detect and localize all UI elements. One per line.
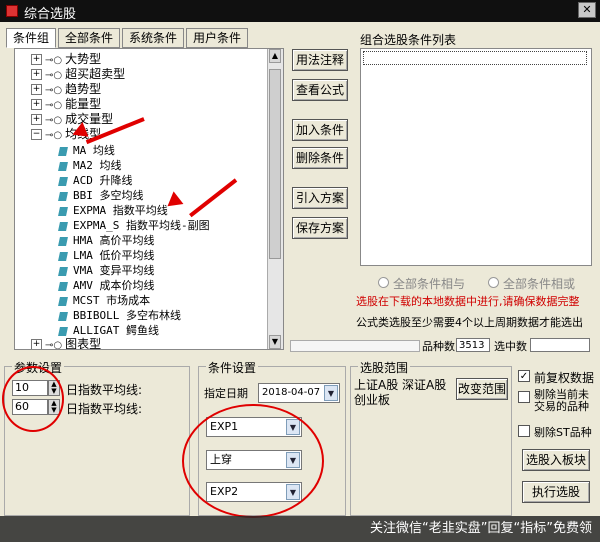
tree-category[interactable]: + ⊸○ 大势型 bbox=[31, 52, 101, 67]
delete-condition-button[interactable]: 删除条件 bbox=[292, 147, 348, 169]
tree-leaf[interactable]: EXPMA_S 指数平均线-副图 bbox=[58, 218, 210, 233]
tree-leaf[interactable]: BBIBOLL 多空布林线 bbox=[58, 308, 181, 323]
or-radio-label: 全部条件相或 bbox=[503, 277, 576, 291]
condition-list-title: 组合选股条件列表 bbox=[360, 33, 457, 47]
or-radio[interactable] bbox=[488, 277, 499, 288]
stock-screener-window: 综合选股 ✕ 条件组 全部条件 系统条件 用户条件 + ⊸○ 大势型 + ⊸○ 超买超卖型 +… bbox=[0, 0, 600, 542]
tree-leaf[interactable]: ALLIGAT 鳄鱼线 bbox=[58, 323, 159, 338]
tree-scrollbar[interactable]: ▲ ▼ bbox=[267, 49, 283, 349]
tab-condition-group[interactable]: 条件组 bbox=[6, 28, 57, 48]
condition-tree[interactable]: + ⊸○ 大势型 + ⊸○ 超买超卖型 + ⊸○ 趋势型 + ⊸○ 能量型 + ⊸○ 成交量型 − ⊸… bbox=[14, 48, 284, 350]
tree-leaf[interactable]: MA2 均线 bbox=[58, 158, 122, 173]
range-title: 选股范围 bbox=[358, 359, 411, 376]
option-checkbox-1[interactable]: ✓ bbox=[518, 370, 530, 382]
execute-button[interactable]: 执行选股 bbox=[522, 481, 590, 503]
app-icon bbox=[6, 5, 18, 17]
option-checkbox-3[interactable] bbox=[518, 425, 530, 437]
condition-setting-title: 条件设置 bbox=[206, 359, 259, 376]
selected-label: 选中数 bbox=[494, 340, 527, 353]
tree-leaf[interactable]: LMA 低价平均线 bbox=[58, 248, 155, 263]
param-label-1: 日指数平均线: bbox=[66, 383, 143, 397]
change-range-button[interactable]: 改变范围 bbox=[456, 378, 508, 400]
selected-value bbox=[530, 338, 590, 352]
tree-leaf[interactable]: EXPMA 指数平均线 bbox=[58, 203, 168, 218]
tree-category[interactable]: + ⊸○ 超买超卖型 bbox=[31, 67, 125, 82]
option-label-1: 前复权数据 bbox=[534, 371, 595, 385]
import-plan-button[interactable]: 引入方案 bbox=[292, 187, 348, 209]
tree-leaf[interactable]: HMA 高价平均线 bbox=[58, 233, 155, 248]
tree-leaf[interactable]: MA 均线 bbox=[58, 143, 115, 158]
warning-note: 选股在下载的本地数据中进行,请确保数据完整 bbox=[356, 295, 580, 308]
tab-all-conditions[interactable]: 全部条件 bbox=[58, 28, 121, 48]
tree-leaf[interactable]: VMA 变异平均线 bbox=[58, 263, 155, 278]
range-text: 上证A股 深证A股 创业板 bbox=[354, 378, 447, 407]
tree-category[interactable]: + ⊸○ 图表型 bbox=[31, 337, 101, 349]
condition-list-row[interactable] bbox=[363, 51, 587, 65]
tree-category[interactable]: + ⊸○ 趋势型 bbox=[31, 82, 101, 97]
option-label-2: 剔除当前未交易的品种 bbox=[534, 388, 589, 413]
scroll-thumb[interactable] bbox=[269, 69, 281, 259]
add-condition-button[interactable]: 加入条件 bbox=[292, 119, 348, 141]
tree-category[interactable]: + ⊸○ 能量型 bbox=[31, 97, 101, 112]
window-title: 综合选股 bbox=[24, 7, 77, 22]
tree-leaf[interactable]: BBI 多空均线 bbox=[58, 188, 144, 203]
scroll-down-icon[interactable]: ▼ bbox=[269, 335, 281, 349]
count-value: 3513 bbox=[456, 338, 490, 352]
date-picker[interactable]: 2018-04-07 ▼ bbox=[258, 383, 340, 403]
tree-leaf[interactable]: AMV 成本价均线 bbox=[58, 278, 155, 293]
progress-bar bbox=[290, 340, 420, 352]
select-to-board-button[interactable]: 选股入板块 bbox=[522, 449, 590, 471]
option-checkbox-2[interactable] bbox=[518, 391, 530, 403]
close-button[interactable]: ✕ bbox=[578, 2, 596, 18]
condition-list[interactable] bbox=[360, 48, 592, 266]
date-dropdown-icon[interactable]: ▼ bbox=[324, 385, 338, 401]
title-bar: 综合选股 ✕ bbox=[0, 0, 600, 22]
param-label-2: 日指数平均线: bbox=[66, 402, 143, 416]
tree-leaf[interactable]: MCST 市场成本 bbox=[58, 293, 150, 308]
annotation-circle-conditions bbox=[182, 404, 324, 518]
option-label-3: 剔除ST品种 bbox=[534, 426, 592, 439]
scroll-up-icon[interactable]: ▲ bbox=[269, 49, 281, 63]
and-radio[interactable] bbox=[378, 277, 389, 288]
tree-leaf[interactable]: ACD 升降线 bbox=[58, 173, 133, 188]
date-label: 指定日期 bbox=[204, 387, 248, 400]
tree-category[interactable]: + ⊸○ 成交量型 bbox=[31, 112, 113, 127]
tab-system-conditions[interactable]: 系统条件 bbox=[122, 28, 185, 48]
usage-note-button[interactable]: 用法注释 bbox=[292, 49, 348, 71]
info-note: 公式类选股至少需要4个以上周期数据才能选出 bbox=[356, 316, 583, 329]
count-label: 品种数 bbox=[422, 340, 455, 353]
watermark-banner: 关注微信“老韭实盘”回复“指标”免费领 bbox=[0, 516, 600, 542]
and-radio-label: 全部条件相与 bbox=[393, 277, 466, 291]
view-formula-button[interactable]: 查看公式 bbox=[292, 79, 348, 101]
annotation-circle-params bbox=[2, 366, 64, 432]
tab-user-conditions[interactable]: 用户条件 bbox=[186, 28, 249, 48]
save-plan-button[interactable]: 保存方案 bbox=[292, 217, 348, 239]
tab-strip: 条件组 全部条件 系统条件 用户条件 bbox=[6, 28, 250, 48]
